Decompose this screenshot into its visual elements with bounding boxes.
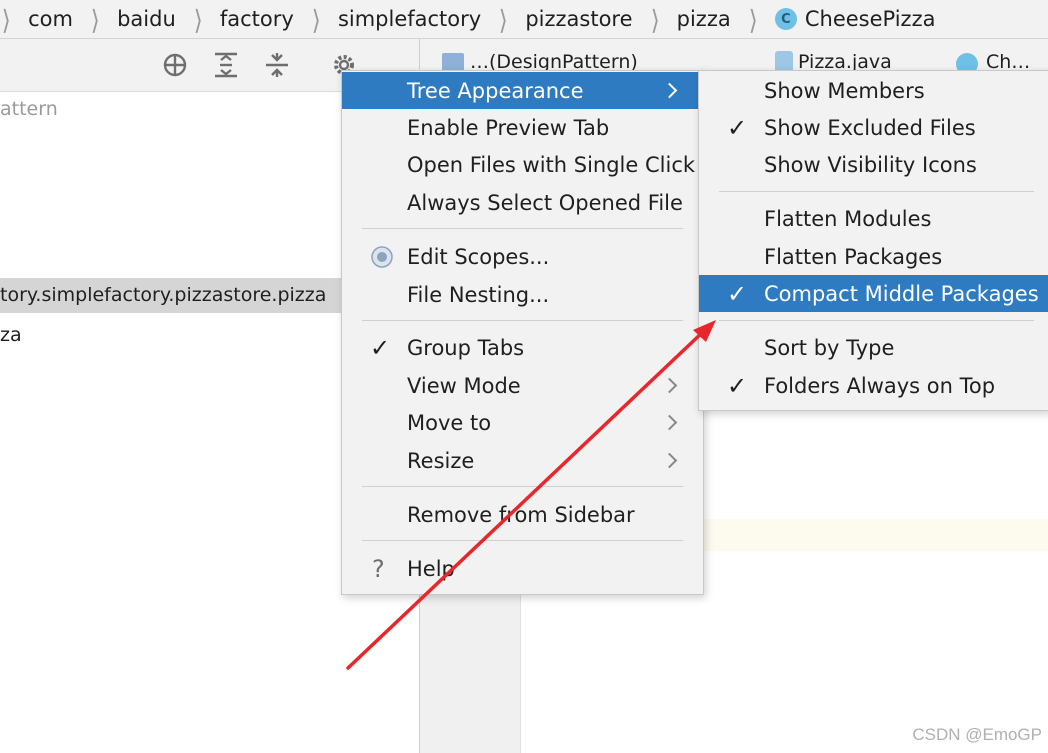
submenu-arrow-icon: [661, 414, 678, 431]
menu-item-label: Show Excluded Files: [764, 115, 976, 140]
watermark: CSDN @EmoGP: [912, 725, 1042, 744]
menu-item-label: Help: [407, 556, 455, 581]
submenu-item-show-excluded-files[interactable]: ✓ Show Excluded Files: [699, 109, 1048, 146]
submenu-arrow-icon: [661, 452, 678, 469]
menu-item-move-to[interactable]: Move to: [342, 404, 703, 441]
breadcrumb-label: com: [28, 7, 73, 31]
breadcrumb-item[interactable]: baidu: [117, 0, 176, 38]
menu-item-label: Flatten Modules: [764, 206, 932, 231]
breadcrumb-item[interactable]: factory: [220, 0, 294, 38]
menu-item-label: Enable Preview Tab: [407, 115, 610, 140]
submenu-item-sort-by-type[interactable]: Sort by Type: [699, 329, 1048, 366]
menu-item-label: Edit Scopes...: [407, 244, 550, 269]
menu-item-label: Sort by Type: [764, 335, 895, 360]
checkmark-icon: ✓: [370, 333, 391, 362]
radio-icon: [371, 246, 393, 268]
menu-separator: [362, 540, 683, 541]
menu-item-enable-preview-tab[interactable]: Enable Preview Tab: [342, 109, 703, 146]
breadcrumb-separator: ❭: [89, 5, 101, 33]
menu-item-label: Tree Appearance: [407, 78, 584, 103]
checkmark-icon: ✓: [727, 113, 748, 142]
menu-separator: [362, 320, 683, 321]
menu-item-label: Compact Middle Packages: [764, 281, 1039, 306]
submenu-arrow-icon: [661, 377, 678, 394]
menu-item-label: Show Visibility Icons: [764, 152, 977, 177]
menu-item-label: Group Tabs: [407, 335, 525, 360]
menu-item-label: Flatten Packages: [764, 244, 943, 269]
menu-item-label: Always Select Opened File: [407, 190, 683, 215]
tree-appearance-submenu: Show Members ✓ Show Excluded Files Show …: [698, 70, 1048, 411]
menu-item-group-tabs[interactable]: ✓ Group Tabs: [342, 329, 703, 366]
breadcrumb-separator: ❭: [497, 5, 509, 33]
tree-row[interactable]: attern: [0, 98, 58, 120]
submenu-item-flatten-modules[interactable]: Flatten Modules: [699, 200, 1048, 237]
submenu-item-flatten-packages[interactable]: Flatten Packages: [699, 238, 1048, 275]
menu-item-view-mode[interactable]: View Mode: [342, 367, 703, 404]
menu-item-always-select-opened-file[interactable]: Always Select Opened File: [342, 184, 703, 221]
breadcrumb-label: pizzastore: [525, 7, 633, 31]
tree-row-selected[interactable]: tory.simplefactory.pizzastore.pizza: [0, 278, 341, 313]
checkmark-icon: ✓: [727, 279, 748, 308]
submenu-arrow-icon: [661, 82, 678, 99]
breadcrumb-separator: ❭: [192, 5, 204, 33]
checkmark-icon: ✓: [727, 371, 748, 400]
breadcrumb-item-current[interactable]: C CheesePizza: [774, 0, 936, 38]
menu-separator: [719, 191, 1034, 192]
menu-item-label: Remove from Sidebar: [407, 502, 635, 527]
breadcrumb-label: pizza: [676, 7, 731, 31]
breadcrumb-item[interactable]: com: [28, 0, 73, 38]
help-icon: ?: [372, 554, 385, 583]
breadcrumb-separator: ❭: [0, 5, 12, 33]
menu-item-open-files-single-click[interactable]: Open Files with Single Click: [342, 146, 703, 183]
menu-item-label: Resize: [407, 448, 475, 473]
breadcrumb: ❭ com ❭ baidu ❭ factory ❭ simplefactory …: [0, 0, 1048, 39]
menu-item-label: View Mode: [407, 373, 521, 398]
expand-all-icon[interactable]: [212, 51, 240, 79]
menu-separator: [719, 320, 1034, 321]
submenu-item-compact-middle-packages[interactable]: ✓ Compact Middle Packages: [699, 275, 1048, 312]
breadcrumb-item[interactable]: simplefactory: [338, 0, 481, 38]
menu-item-remove-from-sidebar[interactable]: Remove from Sidebar: [342, 496, 703, 533]
locate-icon[interactable]: [161, 51, 189, 79]
breadcrumb-separator: ❭: [747, 5, 759, 33]
menu-item-label: Folders Always on Top: [764, 373, 996, 398]
menu-item-help[interactable]: ? Help: [342, 550, 703, 587]
menu-item-label: File Nesting...: [407, 282, 550, 307]
class-icon: C: [774, 8, 797, 30]
collapse-all-icon[interactable]: [263, 51, 291, 79]
menu-item-resize[interactable]: Resize: [342, 442, 703, 479]
tree-row[interactable]: za: [0, 324, 22, 346]
submenu-item-show-visibility-icons[interactable]: Show Visibility Icons: [699, 146, 1048, 183]
submenu-item-show-members[interactable]: Show Members: [699, 72, 1048, 109]
menu-item-label: Open Files with Single Click: [407, 152, 696, 177]
breadcrumb-label: factory: [219, 7, 294, 31]
breadcrumb-item[interactable]: pizza: [677, 0, 731, 38]
menu-item-label: Move to: [407, 410, 492, 435]
breadcrumb-label: baidu: [117, 7, 176, 31]
breadcrumb-item[interactable]: pizzastore: [525, 0, 632, 38]
breadcrumb-label: simplefactory: [337, 7, 482, 31]
menu-separator: [362, 228, 683, 229]
context-menu: Tree Appearance Enable Preview Tab Open …: [341, 70, 704, 595]
menu-item-tree-appearance[interactable]: Tree Appearance: [342, 72, 703, 109]
breadcrumb-label: CheesePizza: [804, 7, 936, 31]
breadcrumb-separator: ❭: [649, 5, 661, 33]
menu-item-edit-scopes[interactable]: Edit Scopes...: [342, 238, 703, 275]
menu-separator: [362, 486, 683, 487]
submenu-item-folders-always-on-top[interactable]: ✓ Folders Always on Top: [699, 367, 1048, 404]
menu-item-file-nesting[interactable]: File Nesting...: [342, 276, 703, 313]
menu-item-label: Show Members: [764, 78, 925, 103]
breadcrumb-separator: ❭: [310, 5, 322, 33]
